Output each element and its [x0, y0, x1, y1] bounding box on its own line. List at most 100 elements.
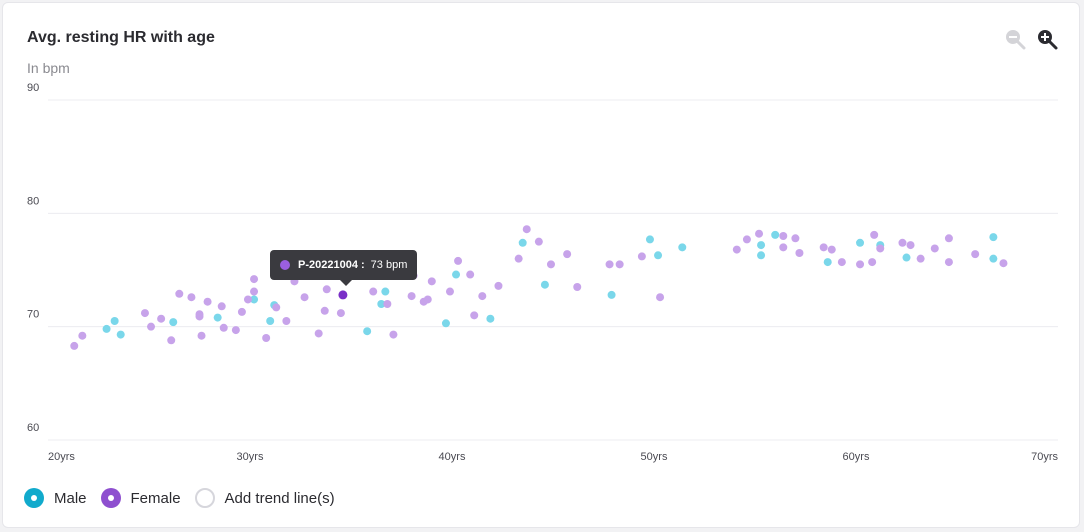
female-data-point[interactable]: [755, 229, 764, 238]
female-data-point[interactable]: [930, 244, 939, 253]
female-data-point[interactable]: [870, 230, 879, 239]
female-data-point[interactable]: [868, 258, 877, 267]
female-data-point[interactable]: [494, 281, 503, 290]
male-data-point[interactable]: [116, 330, 125, 339]
female-data-point[interactable]: [237, 307, 246, 316]
male-data-point[interactable]: [110, 317, 119, 325]
female-data-point[interactable]: [470, 311, 479, 320]
female-data-point[interactable]: [314, 329, 323, 338]
female-data-point[interactable]: [837, 258, 846, 267]
female-data-point[interactable]: [514, 254, 523, 263]
legend-female-toggle[interactable]: Female: [100, 488, 181, 508]
female-data-point[interactable]: [389, 330, 398, 339]
female-data-point[interactable]: [282, 317, 291, 325]
female-data-point[interactable]: [300, 293, 309, 302]
male-data-point[interactable]: [856, 238, 865, 247]
add-trend-line-toggle[interactable]: Add trend line(s): [194, 488, 335, 508]
female-data-point[interactable]: [876, 244, 885, 253]
female-data-point[interactable]: [219, 323, 228, 332]
male-data-point[interactable]: [607, 290, 616, 299]
female-data-point[interactable]: [445, 287, 454, 296]
female-data-point[interactable]: [250, 287, 259, 296]
female-data-point[interactable]: [546, 260, 555, 269]
female-data-point[interactable]: [779, 243, 788, 252]
female-data-point[interactable]: [478, 292, 487, 301]
female-data-point[interactable]: [217, 302, 226, 311]
female-data-point[interactable]: [140, 309, 149, 318]
male-data-point[interactable]: [989, 233, 998, 242]
female-data-point[interactable]: [78, 331, 87, 340]
female-data-point[interactable]: [615, 260, 624, 269]
female-data-point[interactable]: [427, 277, 436, 286]
female-data-point[interactable]: [262, 334, 271, 342]
female-data-point[interactable]: [522, 225, 531, 234]
male-data-point[interactable]: [771, 230, 780, 239]
female-data-point[interactable]: [231, 326, 240, 335]
female-data-point[interactable]: [819, 243, 828, 252]
male-data-point[interactable]: [902, 253, 911, 262]
male-data-point[interactable]: [452, 270, 461, 279]
female-data-point[interactable]: [407, 292, 416, 301]
male-data-point[interactable]: [102, 324, 111, 333]
female-data-point[interactable]: [250, 275, 259, 284]
female-data-point[interactable]: [573, 283, 582, 291]
female-data-point[interactable]: [175, 289, 184, 298]
female-data-point[interactable]: [563, 250, 572, 259]
female-data-point[interactable]: [971, 250, 980, 259]
female-data-point[interactable]: [856, 260, 865, 269]
male-data-point[interactable]: [989, 254, 998, 263]
female-data-point[interactable]: [944, 234, 953, 243]
female-data-point[interactable]: [243, 295, 252, 304]
female-data-point[interactable]: [732, 245, 741, 254]
female-data-point[interactable]: [197, 331, 206, 340]
female-data-point[interactable]: [916, 254, 925, 263]
female-data-point[interactable]: [656, 293, 665, 302]
female-data-point[interactable]: [466, 270, 475, 279]
male-data-point[interactable]: [823, 258, 832, 267]
female-data-point[interactable]: [272, 303, 281, 312]
female-data-point[interactable]: [898, 238, 907, 247]
male-data-point[interactable]: [518, 238, 527, 247]
female-data-point[interactable]: [605, 260, 614, 269]
female-data-point[interactable]: [187, 293, 196, 302]
male-data-point[interactable]: [645, 235, 654, 244]
female-data-point[interactable]: [336, 309, 345, 318]
male-data-point[interactable]: [486, 314, 495, 323]
male-data-point[interactable]: [441, 319, 450, 328]
female-data-point[interactable]: [999, 259, 1008, 268]
female-data-point[interactable]: [383, 300, 392, 308]
female-data-point[interactable]: [742, 235, 751, 244]
male-data-point[interactable]: [213, 313, 222, 322]
male-data-point[interactable]: [757, 241, 766, 250]
male-data-point[interactable]: [381, 287, 390, 296]
female-data-point[interactable]: [534, 237, 543, 246]
female-data-point[interactable]: [454, 256, 463, 265]
male-data-point[interactable]: [678, 243, 687, 252]
female-data-point[interactable]: [369, 287, 378, 296]
female-data-point[interactable]: [70, 341, 79, 350]
female-data-point[interactable]: [147, 322, 156, 331]
female-data-point[interactable]: [944, 258, 953, 267]
female-data-point[interactable]: [195, 312, 204, 321]
female-data-point[interactable]: [320, 306, 329, 315]
female-data-point[interactable]: [167, 336, 176, 345]
female-data-point[interactable]: [423, 295, 432, 304]
male-data-point[interactable]: [363, 327, 372, 336]
highlighted-data-point[interactable]: [338, 290, 348, 300]
female-data-point[interactable]: [795, 249, 804, 257]
male-data-point[interactable]: [757, 251, 766, 260]
female-data-point[interactable]: [906, 241, 915, 250]
female-data-point[interactable]: [791, 234, 800, 243]
legend-female-label: Female: [130, 489, 181, 507]
female-data-point[interactable]: [157, 314, 166, 323]
female-data-point[interactable]: [322, 285, 331, 294]
female-data-point[interactable]: [203, 297, 212, 306]
female-data-point[interactable]: [637, 252, 646, 261]
male-data-point[interactable]: [654, 251, 663, 260]
female-data-point[interactable]: [779, 232, 788, 240]
male-data-point[interactable]: [266, 317, 275, 325]
legend-male-toggle[interactable]: Male: [24, 488, 87, 508]
male-data-point[interactable]: [169, 318, 178, 327]
male-data-point[interactable]: [540, 280, 549, 289]
female-data-point[interactable]: [827, 245, 836, 254]
